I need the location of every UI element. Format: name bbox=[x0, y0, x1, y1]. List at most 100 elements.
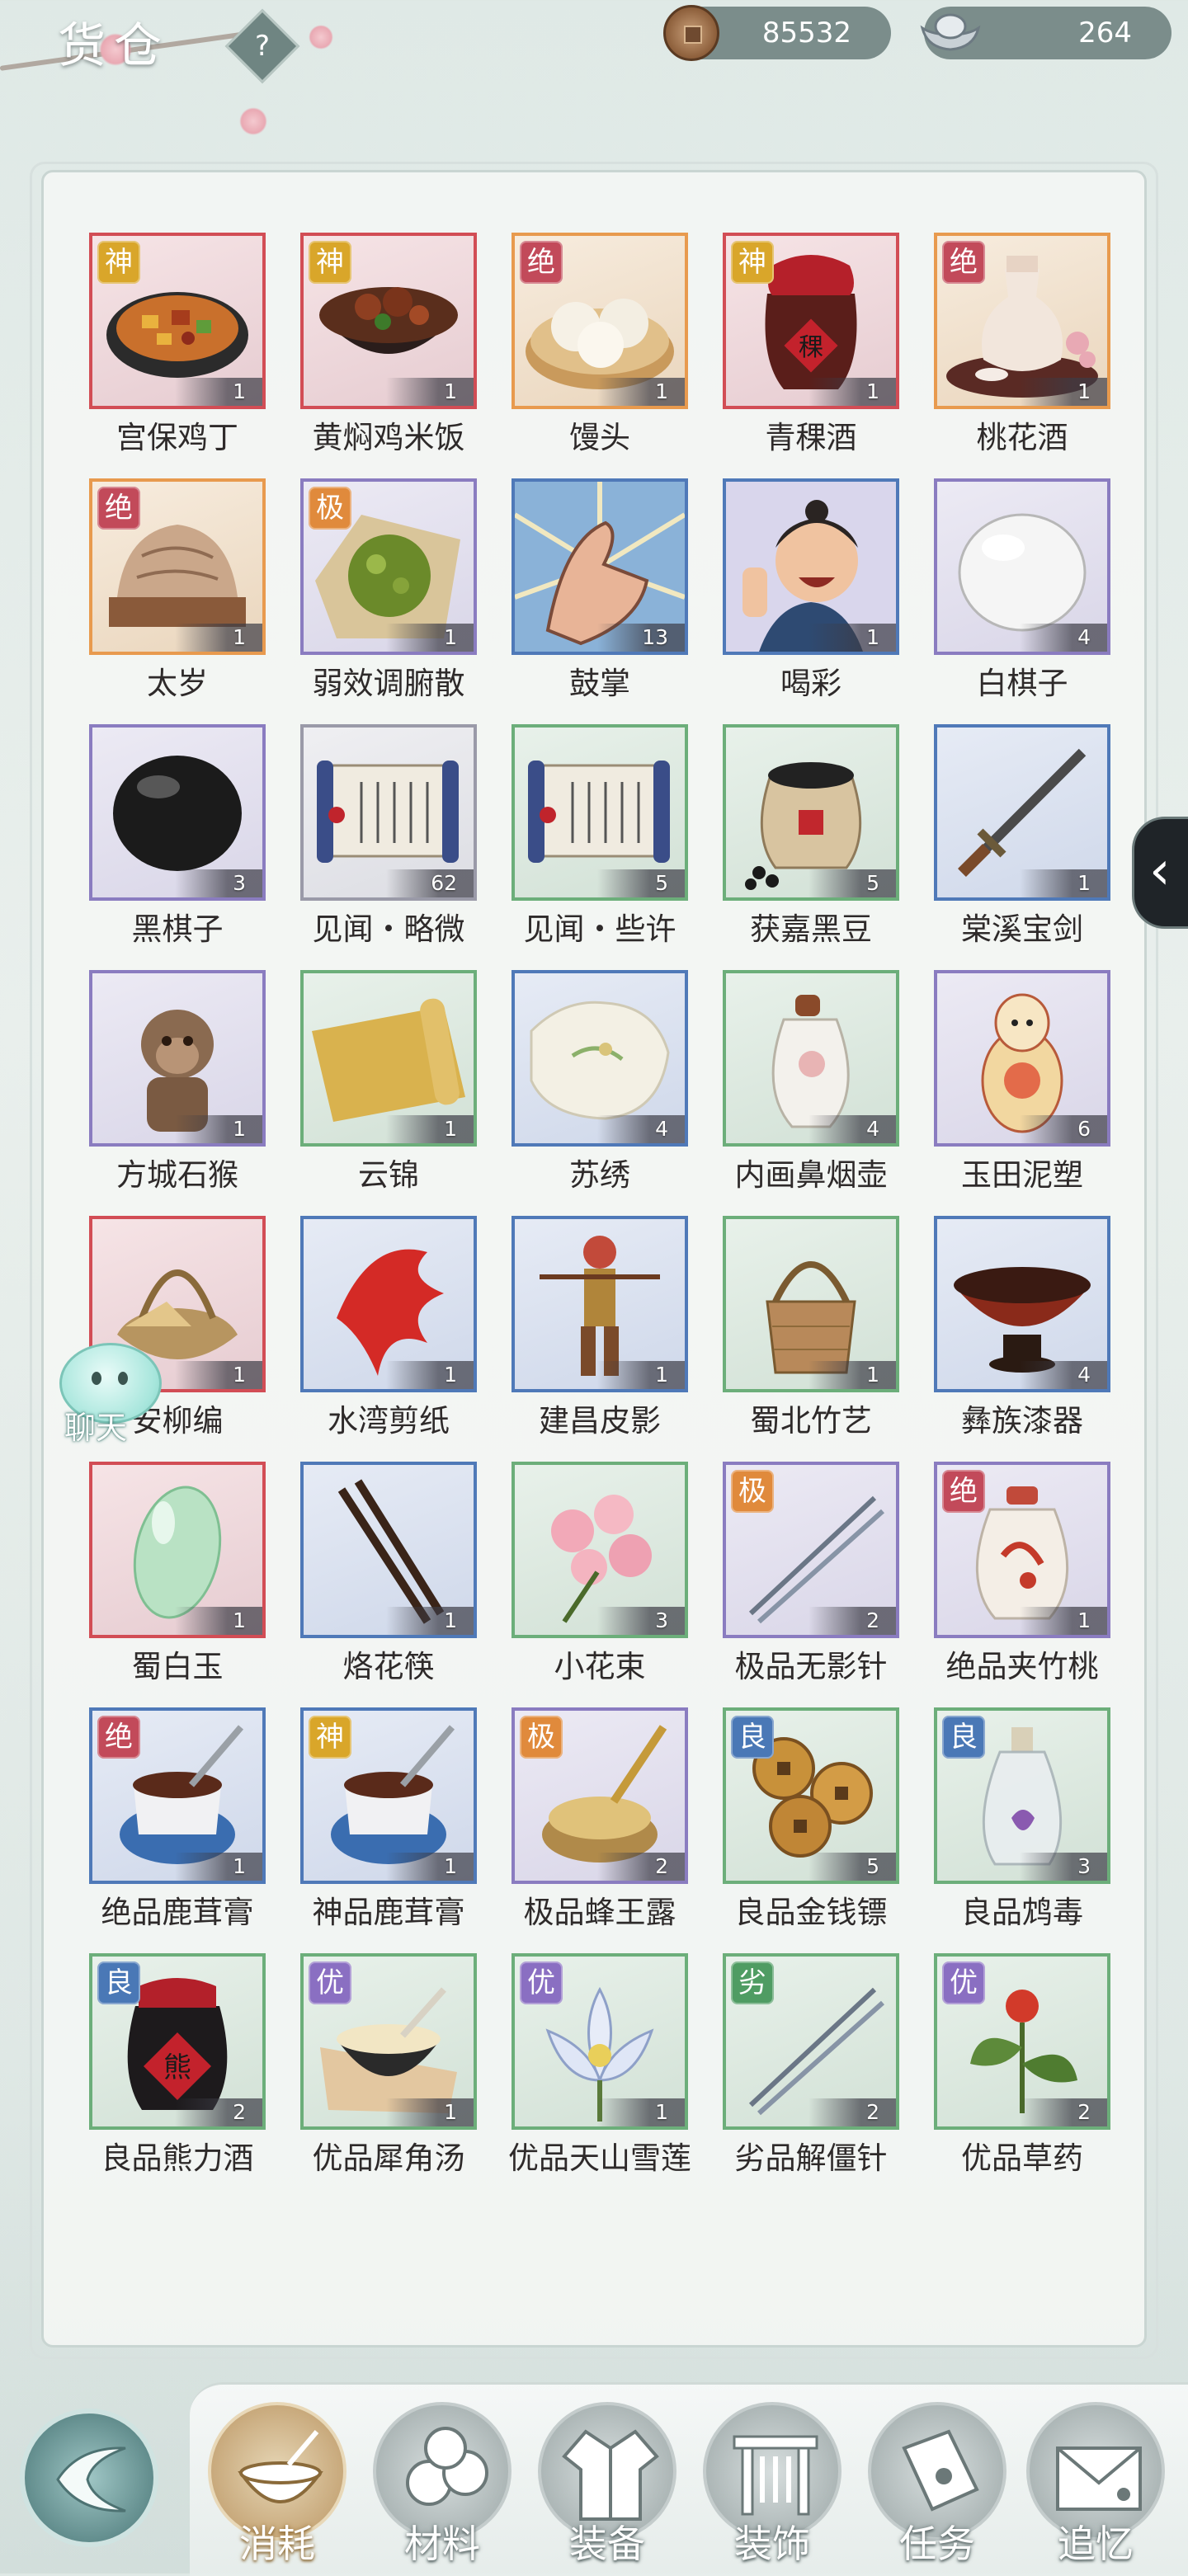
item-tile[interactable]: 5 bbox=[512, 724, 688, 901]
item-name: 苏绣 bbox=[569, 1157, 630, 1193]
nav-tab[interactable]: 装备 bbox=[535, 2402, 680, 2567]
item-tile[interactable]: 1 bbox=[723, 1216, 899, 1392]
item-tile[interactable]: 绝1 bbox=[512, 233, 688, 409]
inventory-item[interactable]: 1 蜀北竹艺 bbox=[723, 1216, 934, 1455]
item-tile[interactable]: 良5 bbox=[723, 1707, 899, 1884]
quality-badge: 绝 bbox=[520, 241, 563, 284]
inventory-item[interactable]: 3 小花束 bbox=[512, 1462, 723, 1701]
inventory-item[interactable]: 5 见闻・些许 bbox=[512, 724, 723, 963]
nav-tab[interactable]: 任务 bbox=[865, 2402, 1010, 2567]
inventory-item[interactable]: 1 棠溪宝剑 bbox=[934, 724, 1145, 963]
inventory-item[interactable]: 1 建昌皮影 bbox=[512, 1216, 723, 1455]
inventory-item[interactable]: 4 内画鼻烟壶 bbox=[723, 970, 934, 1209]
count-bar bbox=[1020, 1115, 1107, 1143]
nav-tab[interactable]: 追忆 bbox=[1023, 2402, 1168, 2567]
item-tile[interactable]: 1 bbox=[512, 1216, 688, 1392]
inventory-item[interactable]: 极 1 弱效调腑散 bbox=[300, 478, 512, 718]
silver-amount: 264 bbox=[1078, 16, 1132, 49]
inventory-item[interactable]: 良 5 良品金钱镖 bbox=[723, 1707, 934, 1947]
item-tile[interactable]: 绝1 bbox=[934, 1462, 1110, 1638]
side-expand-tab[interactable]: ‹ bbox=[1132, 817, 1188, 929]
inventory-item[interactable]: 1 喝彩 bbox=[723, 478, 934, 718]
inventory-item[interactable]: 熊 良 2 良品熊力酒 bbox=[89, 1953, 300, 2192]
inventory-item[interactable]: 4 彝族漆器 bbox=[934, 1216, 1145, 1455]
item-tile[interactable]: 6 bbox=[934, 970, 1110, 1147]
inventory-item[interactable]: 6 玉田泥塑 bbox=[934, 970, 1145, 1209]
inventory-item[interactable]: 绝 1 桃花酒 bbox=[934, 233, 1145, 472]
item-count: 6 bbox=[1077, 1117, 1091, 1141]
item-tile[interactable]: 1 bbox=[300, 970, 477, 1147]
chat-button[interactable]: 聊天 bbox=[43, 1343, 167, 1458]
nav-tab[interactable]: 材料 bbox=[370, 2402, 515, 2567]
item-tile[interactable]: 1 bbox=[89, 970, 266, 1147]
item-tile[interactable]: 神1 bbox=[300, 1707, 477, 1884]
item-tile[interactable]: 极2 bbox=[512, 1707, 688, 1884]
item-tile[interactable]: 良3 bbox=[934, 1707, 1110, 1884]
inventory-item[interactable]: 62 见闻・略微 bbox=[300, 724, 512, 963]
inventory-item[interactable]: 神 1 黄焖鸡米饭 bbox=[300, 233, 512, 472]
item-tile[interactable]: 3 bbox=[512, 1462, 688, 1638]
back-button[interactable] bbox=[20, 2409, 158, 2547]
item-tile[interactable]: 神1 bbox=[300, 233, 477, 409]
item-tile[interactable]: 4 bbox=[723, 970, 899, 1147]
item-tile[interactable]: 5 bbox=[723, 724, 899, 901]
count-bar bbox=[386, 2098, 474, 2126]
item-tile[interactable]: 绝1 bbox=[89, 478, 266, 655]
item-tile[interactable]: 优1 bbox=[300, 1953, 477, 2130]
inventory-item[interactable]: 劣 2 劣品解僵针 bbox=[723, 1953, 934, 2192]
inventory-item[interactable]: 良 3 良品鸩毒 bbox=[934, 1707, 1145, 1947]
item-tile[interactable]: 4 bbox=[512, 970, 688, 1147]
count-bar bbox=[808, 624, 896, 652]
item-tile[interactable]: 劣2 bbox=[723, 1953, 899, 2130]
inventory-item[interactable]: 1 烙花筷 bbox=[300, 1462, 512, 1701]
inventory-item[interactable]: 稞 神 1 青稞酒 bbox=[723, 233, 934, 472]
inventory-item[interactable]: 1 水湾剪纸 bbox=[300, 1216, 512, 1455]
inventory-item[interactable]: 13 鼓掌 bbox=[512, 478, 723, 718]
inventory-item[interactable]: 极 2 极品无影针 bbox=[723, 1462, 934, 1701]
item-tile[interactable]: 极1 bbox=[300, 478, 477, 655]
inventory-item[interactable]: 4 苏绣 bbox=[512, 970, 723, 1209]
inventory-item[interactable]: 绝 1 绝品鹿茸膏 bbox=[89, 1707, 300, 1947]
item-tile[interactable]: 4 bbox=[934, 1216, 1110, 1392]
inventory-item[interactable]: 绝 1 太岁 bbox=[89, 478, 300, 718]
item-tile[interactable]: 神1 bbox=[89, 233, 266, 409]
inventory-item[interactable]: 1 蜀白玉 bbox=[89, 1462, 300, 1701]
item-name: 建昌皮影 bbox=[539, 1403, 661, 1439]
nav-tab[interactable]: 装饰 bbox=[700, 2402, 845, 2567]
inventory-item[interactable]: 3 黑棋子 bbox=[89, 724, 300, 963]
item-tile[interactable]: 优1 bbox=[512, 1953, 688, 2130]
item-tile[interactable]: 3 bbox=[89, 724, 266, 901]
item-name: 绝品鹿茸膏 bbox=[101, 1895, 254, 1930]
item-tile[interactable]: 13 bbox=[512, 478, 688, 655]
inventory-item[interactable]: 绝 1 馒头 bbox=[512, 233, 723, 472]
inventory-item[interactable]: 优 1 优品犀角汤 bbox=[300, 1953, 512, 2192]
nav-tab[interactable]: 消耗 bbox=[205, 2402, 350, 2567]
inventory-item[interactable]: 绝 1 绝品夹竹桃 bbox=[934, 1462, 1145, 1701]
item-tile[interactable]: 1 bbox=[300, 1216, 477, 1392]
inventory-item[interactable]: 1 方城石猴 bbox=[89, 970, 300, 1209]
item-tile[interactable]: 62 bbox=[300, 724, 477, 901]
inventory-item[interactable]: 1 云锦 bbox=[300, 970, 512, 1209]
inventory-item[interactable]: 5 获嘉黑豆 bbox=[723, 724, 934, 963]
decorative-blossom bbox=[239, 107, 267, 135]
item-tile[interactable]: 稞 神 1 bbox=[723, 233, 899, 409]
item-count: 1 bbox=[233, 1854, 246, 1878]
item-tile[interactable]: 1 bbox=[934, 724, 1110, 901]
count-bar bbox=[386, 624, 474, 652]
help-button[interactable]: ? bbox=[224, 8, 300, 84]
item-tile[interactable]: 极2 bbox=[723, 1462, 899, 1638]
inventory-item[interactable]: 优 2 优品草药 bbox=[934, 1953, 1145, 2192]
item-tile[interactable]: 1 bbox=[300, 1462, 477, 1638]
item-tile[interactable]: 优2 bbox=[934, 1953, 1110, 2130]
item-tile[interactable]: 4 bbox=[934, 478, 1110, 655]
item-tile[interactable]: 1 bbox=[723, 478, 899, 655]
item-tile[interactable]: 绝1 bbox=[934, 233, 1110, 409]
item-tile[interactable]: 1 bbox=[89, 1462, 266, 1638]
inventory-item[interactable]: 优 1 优品天山雪莲 bbox=[508, 1953, 723, 2192]
inventory-item[interactable]: 4 白棋子 bbox=[934, 478, 1145, 718]
inventory-item[interactable]: 神 1 神品鹿茸膏 bbox=[300, 1707, 512, 1947]
item-tile[interactable]: 绝1 bbox=[89, 1707, 266, 1884]
inventory-item[interactable]: 神 1 宫保鸡丁 bbox=[89, 233, 300, 472]
item-tile[interactable]: 熊 良 2 bbox=[89, 1953, 266, 2130]
inventory-item[interactable]: 极 2 极品蜂王露 bbox=[512, 1707, 723, 1947]
